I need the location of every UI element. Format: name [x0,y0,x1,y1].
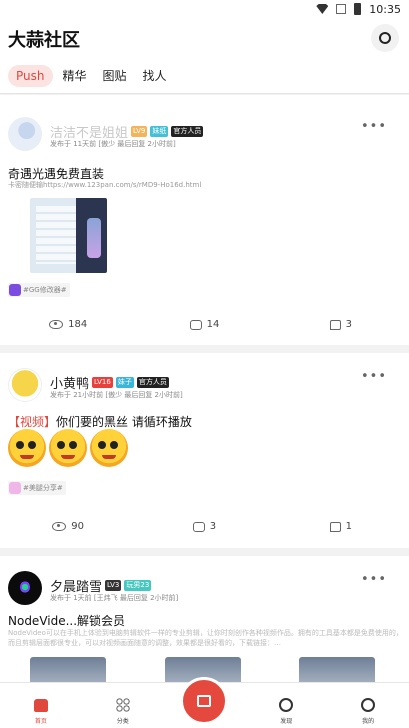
emoji-sticker [49,429,87,467]
emoji-sticker [90,429,128,467]
post-meta: 发布于 1天前 [王炜飞 最后回复 2小时前] [50,594,179,602]
tab-find-people[interactable]: 找人 [137,63,173,88]
eye-icon [52,522,67,531]
tag-badge: 妹纸 [150,126,169,137]
app-title: 大蒜社区 [8,30,80,51]
post-actions: 184 14 3 [0,319,409,330]
grid-icon [115,698,130,712]
post-excerpt: NodeVideo可以在手机上体验到电脑剪辑软件一样的专业剪辑，让你时刻创作各种… [8,629,403,647]
bottom-nav: 首页 分类 发现 我的 [0,677,409,728]
nav-discover-label: 发现 [280,718,293,725]
topic-icon [9,284,21,296]
nav-category[interactable]: 分类 [82,683,164,728]
tag-badge: 玩男23 [124,580,152,591]
tag-badge: 妹子 [115,377,134,388]
like-button[interactable]: 1 [273,521,409,532]
post-title[interactable]: 【视频】你们要的黑丝 请循环播放 [8,413,192,430]
like-button[interactable]: 3 [273,319,409,330]
nav-discover[interactable]: 发现 [245,683,327,728]
more-options-icon[interactable]: ••• [361,369,387,384]
views-counter: 90 [0,521,136,532]
avatar[interactable] [8,368,42,402]
post-title[interactable]: NodeVide...解锁会员 [8,612,125,629]
post-excerpt: 卡密随便输https://www.123pan.com/s/rMD9-Ho16d… [8,181,202,189]
nav-home-label: 首页 [34,718,47,725]
topic-chip[interactable]: #GG修改器# [8,283,70,297]
compose-icon [197,695,212,707]
thumbs-up-icon [329,521,341,532]
avatar[interactable] [8,117,42,151]
topic-label: #GG修改器# [23,286,67,294]
views-count: 184 [68,319,88,330]
search-icon [379,32,391,44]
comment-button[interactable]: 3 [136,521,272,532]
post-image[interactable] [299,657,375,685]
post-card[interactable]: 小黄鸭 LV16 妹子 官方人员 发布于 21小时前 [傲少 最后回复 2小时前… [0,353,409,548]
level-badge: LV3 [105,580,122,591]
topic-chip[interactable]: #美腿分享# [8,481,66,495]
post-card[interactable]: 洁洁不是姐姐 LV9 妹纸 官方人员 发布于 11天前 [傲少 最后回复 2小时… [0,95,409,345]
post-title-text: 你们要的黑丝 请循环播放 [56,415,192,429]
post-actions: 90 3 1 [0,521,409,532]
official-badge: 官方人员 [171,126,204,137]
compass-icon [279,698,294,712]
topic-label: #美腿分享# [23,484,63,492]
more-options-icon[interactable]: ••• [361,119,387,134]
comment-icon [189,319,202,330]
views-counter: 184 [0,319,136,330]
post-card[interactable]: 夕晨踏雪 LV3 玩男23 发布于 1天前 [王炜飞 最后回复 2小时前] ••… [0,556,409,696]
top-header: 大蒜社区 [0,18,409,58]
profile-icon [361,698,376,712]
status-bar: 10:35 [0,0,409,18]
post-feed: 洁洁不是姐姐 LV9 妹纸 官方人员 发布于 11天前 [傲少 最后回复 2小时… [0,95,409,696]
no-signal-icon [336,4,347,14]
level-badge: LV16 [92,377,113,388]
nav-create [164,677,246,728]
nav-home[interactable]: 首页 [0,683,82,728]
sticker-row [8,429,128,467]
create-post-button[interactable] [180,677,229,725]
more-options-icon[interactable]: ••• [361,572,387,587]
post-image[interactable] [30,198,107,273]
official-badge: 官方人员 [136,377,169,388]
video-tag: 【视频】 [8,415,57,429]
post-image[interactable] [30,657,106,685]
comment-button[interactable]: 14 [136,319,272,330]
comment-count: 14 [206,319,220,330]
topic-icon [9,482,21,494]
tab-featured[interactable]: 精华 [57,63,93,88]
nav-mine-label: 我的 [362,718,375,725]
nav-mine[interactable]: 我的 [327,683,409,728]
wifi-icon [316,4,329,14]
post-meta: 发布于 11天前 [傲少 最后回复 2小时前] [50,140,176,148]
status-time: 10:35 [369,2,401,16]
post-meta: 发布于 21小时前 [傲少 最后回复 2小时前] [50,391,183,399]
tab-bar: Push 精华 图贴 找人 [0,58,409,94]
battery-icon [354,3,362,15]
avatar[interactable] [8,571,42,605]
tab-push[interactable]: Push [8,64,53,87]
comment-icon [192,521,205,532]
views-count: 90 [71,521,85,532]
tab-image-posts[interactable]: 图贴 [97,63,133,88]
comment-count: 3 [209,521,217,532]
like-count: 1 [345,521,352,532]
thumbs-up-icon [329,319,341,330]
search-button[interactable] [371,24,399,52]
eye-icon [49,320,64,329]
home-icon [33,699,48,712]
level-badge: LV9 [131,126,148,137]
emoji-sticker [8,429,46,467]
like-count: 3 [345,319,352,330]
nav-category-label: 分类 [116,718,129,725]
